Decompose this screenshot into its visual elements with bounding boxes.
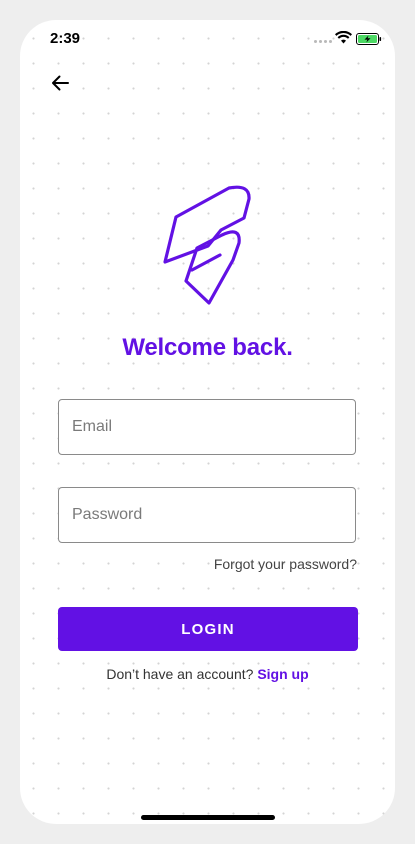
signup-link[interactable]: Sign up: [257, 666, 308, 682]
password-input[interactable]: [59, 488, 355, 542]
signup-row: Don’t have an account? Sign up: [20, 666, 395, 682]
back-button[interactable]: [46, 69, 74, 97]
wifi-icon: [335, 31, 352, 44]
cellular-dots-icon: [314, 40, 332, 43]
email-field[interactable]: [58, 399, 356, 455]
status-bar: 2:39: [20, 20, 395, 60]
password-field[interactable]: [58, 487, 356, 543]
email-input[interactable]: [59, 400, 355, 454]
home-indicator: [141, 815, 275, 820]
status-time: 2:39: [50, 30, 81, 47]
login-button[interactable]: LOGIN: [58, 607, 358, 651]
arrow-left-icon: [52, 75, 69, 91]
folded-ribbon-logo-icon: [163, 185, 251, 305]
forgot-password-link[interactable]: Forgot your password?: [214, 556, 357, 572]
battery-charging-icon: [356, 33, 382, 45]
page-title: Welcome back.: [122, 334, 293, 361]
signup-prompt: Don’t have an account?: [106, 666, 258, 682]
phone-screen: 2:39 Welcome back. Email Forgot your pas…: [20, 20, 395, 824]
